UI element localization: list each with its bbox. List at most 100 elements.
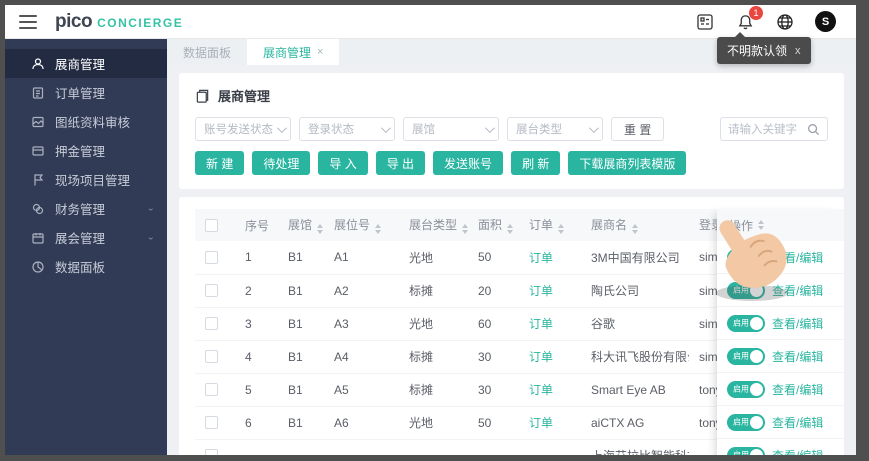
toggle-label: 启用 (733, 351, 749, 361)
pending-button[interactable]: 待处理 (252, 151, 311, 175)
drawing-review-icon (31, 115, 45, 129)
reset-button[interactable]: 重 置 (611, 117, 665, 141)
exhibitor-table-card: 序号展馆展位号展台类型面积订单展商名登录名 1B1A1光地50订单3M中国有限公… (179, 197, 844, 455)
view-edit-link[interactable]: 查看/编辑 (772, 282, 823, 299)
cell-no: 1 (235, 241, 278, 275)
sort-icon[interactable] (507, 224, 514, 234)
cell-company: 3M中国有限公司 (581, 241, 689, 275)
cell-area: 30 (468, 373, 519, 407)
filter-account-status[interactable]: 账号发送状态 (195, 117, 291, 141)
sort-icon[interactable] (632, 224, 639, 234)
sidebar-item-order-mgmt[interactable]: 订单管理 (5, 78, 167, 107)
sort-icon[interactable] (375, 224, 382, 234)
column-header: 订单 (519, 209, 581, 241)
sort-icon[interactable] (317, 224, 324, 234)
row-select-cell (195, 439, 235, 455)
enable-toggle[interactable]: 启用 (727, 314, 765, 332)
view-edit-link[interactable]: 查看/编辑 (772, 315, 823, 332)
row-checkbox[interactable] (205, 284, 218, 297)
row-checkbox[interactable] (205, 449, 218, 455)
logo-secondary: CONCIERGE (97, 15, 184, 30)
download-template-button[interactable]: 下载展商列表模版 (568, 151, 687, 175)
sidebar-item-finance-mgmt[interactable]: 财务管理 ⌄ (5, 194, 167, 223)
filter-booth-type[interactable]: 展台类型 (507, 117, 603, 141)
notifications-bell-icon[interactable]: 1 (735, 5, 763, 32)
view-edit-link[interactable]: 查看/编辑 (772, 447, 823, 456)
cell-type: 光地 (399, 241, 468, 275)
sidebar-item-data-dashboard[interactable]: 数据面板 (5, 252, 167, 281)
cell-booth (324, 439, 399, 455)
row-checkbox[interactable] (205, 250, 218, 264)
view-edit-link[interactable]: 查看/编辑 (772, 348, 823, 365)
view-edit-link[interactable]: 查看/编辑 (772, 249, 823, 266)
chevron-down-icon (588, 122, 599, 133)
sidebar-item-onsite-project-mgmt[interactable]: 现场项目管理 (5, 165, 167, 194)
menu-toggle-icon[interactable] (19, 14, 37, 29)
chevron-down-icon: ⌄ (146, 204, 155, 213)
order-link[interactable]: 订单 (529, 383, 553, 397)
import-button[interactable]: 导 入 (318, 151, 368, 175)
row-select-cell (195, 340, 235, 374)
claim-icon[interactable] (695, 12, 715, 32)
exhibitor-mgmt-icon (31, 57, 45, 71)
tab-close-icon[interactable]: × (317, 46, 323, 58)
row-checkbox[interactable] (205, 383, 218, 396)
page-title: 展商管理 (218, 89, 271, 104)
sort-icon[interactable] (558, 224, 565, 234)
order-link[interactable]: 订单 (529, 416, 553, 430)
enable-toggle[interactable]: 启用 (727, 446, 765, 455)
order-link[interactable]: 订单 (529, 317, 553, 331)
row-checkbox[interactable] (205, 317, 218, 330)
enable-toggle[interactable]: 启用 (727, 281, 765, 299)
operations-row: 启用 查看/编辑 (717, 340, 844, 373)
new-button[interactable]: 新 建 (195, 151, 245, 175)
operations-fixed-column: 操作 启用 查看/编辑 启用 查看/编辑 启用 查看/编辑 启用 查看/编辑 启用 查看/编辑 启用… (717, 209, 844, 455)
tooltip-close-icon[interactable]: x (795, 45, 801, 57)
search-icon (808, 123, 820, 135)
sidebar-item-label: 财务管理 (55, 203, 106, 217)
sort-icon[interactable] (462, 224, 469, 234)
filter-hall[interactable]: 展馆 (403, 117, 499, 141)
order-link[interactable]: 订单 (529, 251, 553, 265)
keyword-search-input[interactable]: 请输入关键字 (720, 117, 828, 141)
cell-type: 标摊 (399, 340, 468, 374)
sidebar-item-deposit-mgmt[interactable]: 押金管理 (5, 136, 167, 165)
row-select-cell (195, 307, 235, 341)
sidebar-item-exhibitor-mgmt[interactable]: 展商管理 (5, 49, 167, 78)
column-header: 面积 (468, 209, 519, 241)
cell-booth: A4 (324, 340, 399, 374)
row-checkbox[interactable] (205, 350, 218, 363)
refresh-button[interactable]: 刷 新 (511, 151, 561, 175)
filter-login-status[interactable]: 登录状态 (299, 117, 395, 141)
notification-badge: 1 (749, 5, 763, 20)
sidebar-item-drawing-review[interactable]: 图纸资料审核 (5, 107, 167, 136)
sidebar-item-label: 展会管理 (55, 232, 106, 246)
sidebar-item-exhibition-mgmt[interactable]: 展会管理 ⌄ (5, 223, 167, 252)
order-mgmt-icon (31, 86, 45, 100)
user-avatar[interactable]: S (815, 11, 836, 32)
order-link[interactable]: 订单 (529, 350, 553, 364)
view-edit-link[interactable]: 查看/编辑 (772, 381, 823, 398)
enable-toggle[interactable]: 启用 (727, 248, 765, 266)
cell-booth: A3 (324, 307, 399, 341)
send-account-button[interactable]: 发送账号 (433, 151, 504, 175)
row-select-cell (195, 241, 235, 275)
row-checkbox[interactable] (205, 416, 218, 429)
cell-company: 科大讯飞股份有限公司 (581, 340, 689, 374)
export-button[interactable]: 导 出 (375, 151, 426, 175)
enable-toggle[interactable]: 启用 (727, 380, 765, 398)
sort-icon[interactable] (758, 220, 765, 230)
select-all-checkbox[interactable] (205, 218, 218, 232)
view-edit-link[interactable]: 查看/编辑 (772, 414, 823, 431)
cell-area: 50 (468, 241, 519, 275)
language-globe-icon[interactable] (775, 12, 795, 32)
cell-order: 订单 (519, 307, 581, 341)
order-link[interactable]: 订单 (529, 284, 553, 298)
onsite-project-mgmt-icon (31, 173, 45, 187)
toggle-knob (750, 316, 763, 330)
tab-exhibitor-mgmt[interactable]: 展商管理 × (247, 39, 340, 65)
enable-toggle[interactable]: 启用 (727, 347, 765, 365)
tab-data-dashboard[interactable]: 数据面板 (167, 39, 247, 65)
column-header: 序号 (235, 209, 278, 241)
enable-toggle[interactable]: 启用 (727, 413, 765, 431)
